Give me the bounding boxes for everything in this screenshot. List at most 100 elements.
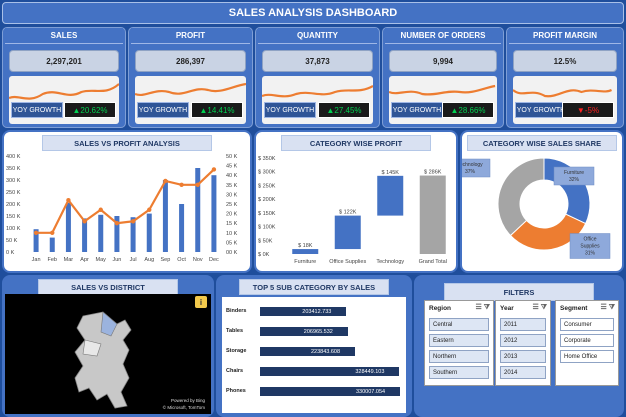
donut-callout: Technology37% (462, 158, 491, 178)
y-tick-left: 200 K (6, 202, 21, 208)
profit-point (66, 197, 71, 203)
kpi-value: 286,397 (135, 50, 246, 72)
category-share-chart: Furniture32%OfficeSupplies31%Technology3… (462, 157, 611, 259)
waterfall-bar (292, 249, 319, 254)
x-tick: Nov (193, 257, 203, 263)
profit-point (33, 230, 39, 235)
profit-point (163, 178, 168, 184)
y-tick-right: 30 K (226, 192, 238, 198)
callout-text: 37% (465, 169, 476, 175)
kpi-label: NUMBER OF ORDERS (385, 28, 501, 44)
profit-point (211, 167, 217, 172)
top5-bar (260, 347, 355, 356)
top5-value: 206965.532 (303, 328, 333, 335)
y-tick: $ 250K (258, 183, 276, 189)
filter-option[interactable]: 2012 (500, 334, 546, 347)
profit-point (114, 221, 120, 226)
y-tick: $ 300K (258, 170, 276, 176)
filter-option[interactable]: Eastern (429, 334, 489, 347)
y-tick-right: 15 K (226, 221, 238, 227)
y-tick-right: 00 K (226, 250, 238, 256)
kpi-label: PROFIT MARGIN (509, 28, 621, 44)
y-tick-right: 40 K (226, 173, 238, 179)
clear-filter-icon[interactable]: ☰ ⧩ (476, 303, 490, 312)
filter-option[interactable]: 2013 (500, 350, 546, 363)
callout-text: 32% (569, 177, 580, 183)
kpi-sparkline-area: YOY GROWTH ▼-5% (513, 76, 617, 124)
y-tick: $ 150K (258, 211, 276, 217)
filter-option[interactable]: Home Office (560, 350, 614, 363)
y-tick-right: 45 K (226, 164, 238, 170)
profit-point (179, 182, 184, 187)
callout-text: Office (584, 237, 597, 243)
y-tick-left: 350 K (6, 166, 21, 172)
top5-category-label: Tables (226, 328, 244, 334)
filter-title-label: Region (429, 305, 452, 312)
x-tick: Sep (161, 257, 171, 263)
profit-point (50, 230, 55, 235)
top5-panel: TOP 5 SUB CATEGORY BY SALES Binders 20341… (216, 275, 412, 417)
top5-plot-area: Binders 203412.733 Tables 206965.532 Storage… (222, 297, 406, 413)
y-tick-right: 25 K (226, 202, 238, 208)
filter-option[interactable]: 2011 (500, 318, 546, 331)
yoy-growth-value: ▼-5% (562, 102, 614, 118)
sales-bar (195, 168, 201, 252)
y-tick-left: 150 K (6, 214, 21, 220)
filter-title: Segment ☰ ⧩ (556, 301, 618, 315)
profit-point (195, 182, 200, 187)
yoy-growth-label: YOY GROWTH (515, 102, 567, 118)
district-map[interactable]: i Powered by Bing © Microsoft, TomTom (5, 294, 211, 414)
clear-filter-icon[interactable]: ☰ ⧩ (533, 303, 547, 312)
sales-vs-profit-chart: 0 K 50 K 100 K 150 K 200 K 250 K 300 K 350 K 400… (6, 154, 238, 263)
filter-option[interactable]: Corporate (560, 334, 614, 347)
filter-option[interactable]: Northern (429, 350, 489, 363)
clear-filter-icon[interactable]: ☰ ⧩ (601, 303, 615, 312)
kpi-value: 2,297,201 (9, 50, 119, 72)
kpi-sparkline-area: YOY GROWTH ▲28.66% (389, 76, 497, 124)
y-tick-left: 0 K (6, 250, 15, 256)
yoy-growth-label: YOY GROWTH (391, 102, 443, 118)
donut-callout: Furniture32% (553, 166, 595, 186)
waterfall-bar (334, 215, 361, 250)
callout-text: Supplies (580, 244, 600, 250)
y-tick: $ 200K (258, 197, 276, 203)
y-tick-left: 100 K (6, 226, 21, 232)
x-tick: Jul (130, 257, 137, 263)
waterfall-bar (419, 175, 446, 254)
filters-title: FILTERS (444, 283, 594, 301)
callout-text: Furniture (564, 170, 584, 176)
callout-text: Technology (462, 162, 483, 168)
x-tick: Oct (177, 257, 186, 263)
filter-option[interactable]: Consumer (560, 318, 614, 331)
callout-text: 31% (585, 251, 596, 257)
y-tick-right: 35 K (226, 183, 238, 189)
map-credit-bing: Powered by Bing (170, 398, 205, 403)
y-tick-left: 50 K (6, 238, 18, 244)
filter-option[interactable]: 2014 (500, 366, 546, 379)
y-tick-left: 300 K (6, 178, 21, 184)
filter-option[interactable]: Southern (429, 366, 489, 379)
yoy-growth-value: ▲20.62% (64, 102, 116, 118)
x-tick: Feb (48, 257, 57, 263)
filter-option[interactable]: Central (429, 318, 489, 331)
kpi-card-0: SALES 2,297,201 YOY GROWTH ▲20.62% (2, 27, 126, 128)
waterfall-bar (377, 175, 404, 216)
y-tick-left: 250 K (6, 190, 21, 196)
sales-bar (65, 202, 71, 252)
data-label: $ 145K (382, 170, 400, 176)
kpi-card-1: PROFIT 286,397 YOY GROWTH ▲14.41% (128, 27, 253, 128)
kpi-sparkline-area: YOY GROWTH ▲14.41% (135, 76, 246, 124)
sales-district-title: SALES VS DISTRICT (38, 279, 178, 295)
x-tick: Mar (64, 257, 74, 263)
kpi-card-2: QUANTITY 37,873 YOY GROWTH ▲27.45% (255, 27, 380, 128)
kpi-sparkline-area: YOY GROWTH ▲27.45% (262, 76, 373, 124)
filter-title: Region ☰ ⧩ (425, 301, 493, 315)
filter-segment: Segment ☰ ⧩ Consumer Corporate Home Office (555, 300, 619, 386)
x-tick: Jun (112, 257, 121, 263)
profit-line (36, 168, 215, 234)
data-label: $ 18K (298, 243, 313, 249)
y-tick: $ 0K (258, 252, 270, 258)
yoy-growth-value: ▲28.66% (442, 102, 494, 118)
donut-callout: OfficeSupplies31% (569, 233, 611, 259)
map-info-icon[interactable]: i (195, 296, 207, 308)
